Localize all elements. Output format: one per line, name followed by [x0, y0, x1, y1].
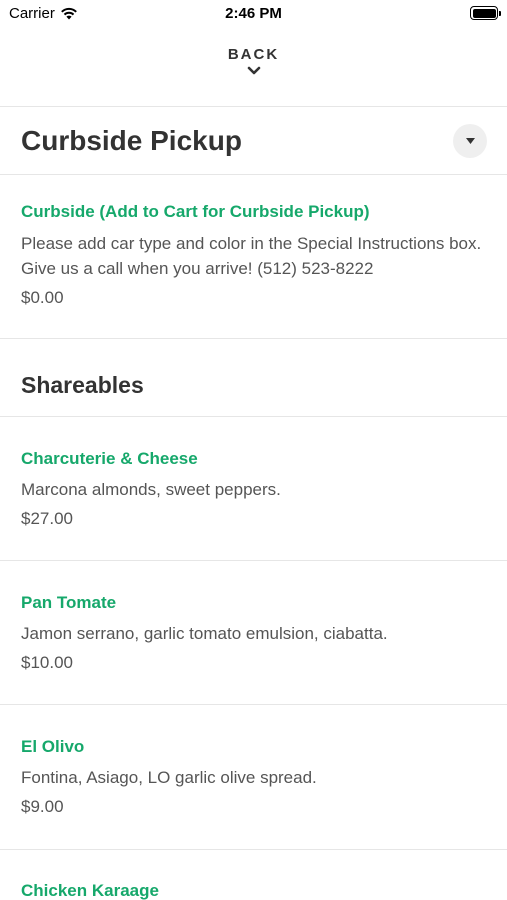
section-collapse-button[interactable]	[453, 124, 487, 158]
item-name: Charcuterie & Cheese	[21, 449, 198, 468]
section-header-curbside: Curbside Pickup	[21, 124, 487, 158]
category-title-shareables: Shareables	[21, 372, 144, 398]
item-name: Chicken Karaage	[21, 881, 159, 900]
back-button[interactable]: BACK	[0, 46, 507, 76]
divider	[0, 174, 507, 175]
caret-down-icon	[465, 138, 475, 144]
menu-item[interactable]: Chicken Karaage	[21, 880, 487, 900]
item-description: Fontina, Asiago, LO garlic olive spread.	[21, 768, 317, 787]
section-title: Curbside Pickup	[21, 125, 242, 156]
item-price: $27.00	[21, 509, 73, 528]
item-price: $10.00	[21, 653, 73, 672]
item-description: Please add car type and color in the Spe…	[21, 234, 482, 278]
divider	[0, 560, 507, 561]
menu-item[interactable]: Charcuterie & Cheese Marcona almonds, sw…	[21, 448, 487, 530]
item-price: $9.00	[21, 797, 64, 816]
divider	[0, 704, 507, 705]
menu-item[interactable]: Pan Tomate Jamon serrano, garlic tomato …	[21, 592, 487, 674]
divider	[0, 416, 507, 417]
item-description: Marcona almonds, sweet peppers.	[21, 480, 281, 499]
back-label: BACK	[227, 46, 280, 63]
item-description: Jamon serrano, garlic tomato emulsion, c…	[21, 624, 388, 643]
clock: 2:46 PM	[225, 5, 282, 22]
item-price: $0.00	[21, 288, 64, 307]
item-name: Pan Tomate	[21, 593, 117, 612]
menu-item-curbside[interactable]: Curbside (Add to Cart for Curbside Picku…	[21, 201, 487, 309]
item-name: El Olivo	[21, 737, 85, 756]
divider	[0, 338, 507, 339]
chevron-down-icon	[247, 66, 260, 75]
item-name: Curbside (Add to Cart for Curbside Picku…	[21, 202, 370, 221]
menu-item[interactable]: El Olivo Fontina, Asiago, LO garlic oliv…	[21, 736, 487, 818]
divider	[0, 106, 507, 107]
battery-icon	[470, 6, 501, 20]
status-bar: Carrier 2:46 PM	[0, 0, 507, 30]
divider	[0, 849, 507, 850]
